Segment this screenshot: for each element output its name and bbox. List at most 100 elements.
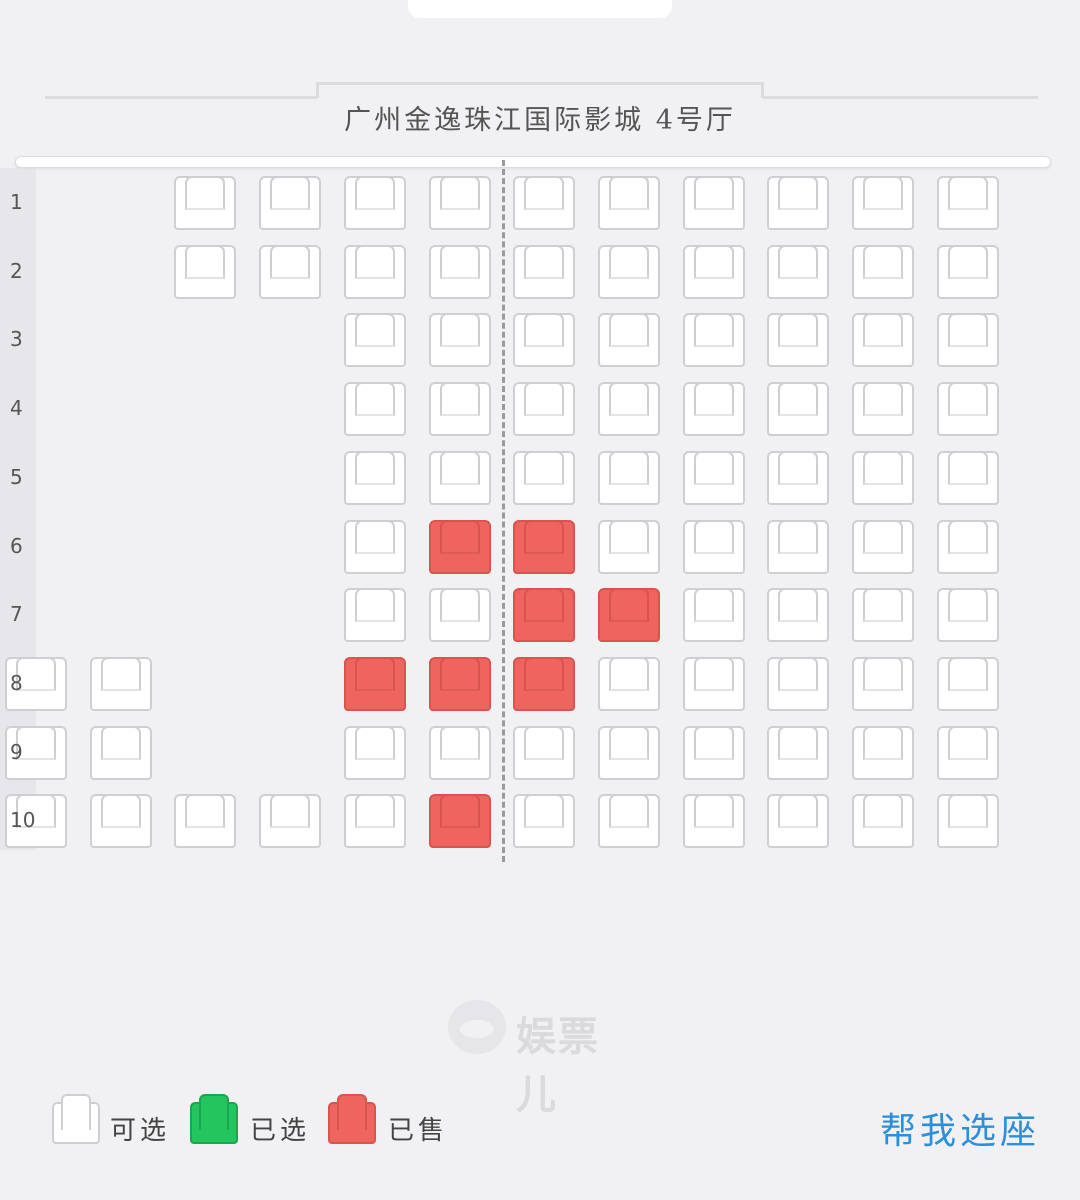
available-seat[interactable] [598,657,660,711]
available-seat[interactable] [174,794,236,848]
available-seat[interactable] [683,245,745,299]
available-seat[interactable] [344,794,406,848]
available-seat[interactable] [683,451,745,505]
available-seat[interactable] [344,245,406,299]
available-seat[interactable] [767,588,829,642]
available-seat[interactable] [683,313,745,367]
available-seat[interactable] [767,382,829,436]
available-seat[interactable] [598,176,660,230]
available-seat[interactable] [852,726,914,780]
available-seat[interactable] [683,520,745,574]
available-seat[interactable] [937,520,999,574]
available-seat[interactable] [937,588,999,642]
available-seat[interactable] [429,176,491,230]
available-seat[interactable] [344,451,406,505]
available-seat[interactable] [598,520,660,574]
sold-seat [429,520,491,574]
available-seat[interactable] [259,794,321,848]
available-seat[interactable] [598,245,660,299]
available-seat[interactable] [429,726,491,780]
available-seat[interactable] [852,176,914,230]
available-seat[interactable] [90,794,152,848]
available-seat[interactable] [513,451,575,505]
screen-frame: 广州金逸珠江国际影城 4号厅 [0,0,1080,170]
available-seat[interactable] [767,794,829,848]
available-seat[interactable] [513,794,575,848]
available-seat[interactable] [344,382,406,436]
available-seat[interactable] [429,245,491,299]
available-seat[interactable] [513,176,575,230]
available-seat[interactable] [852,588,914,642]
available-seat[interactable] [852,245,914,299]
row-label: 6 [10,533,23,558]
available-seat[interactable] [598,382,660,436]
available-seat[interactable] [513,726,575,780]
available-seat[interactable] [598,794,660,848]
sold-seat [513,520,575,574]
available-seat[interactable] [937,451,999,505]
available-seat-icon [52,1094,100,1144]
available-seat[interactable] [767,657,829,711]
available-seat[interactable] [937,657,999,711]
row-label: 4 [10,396,23,421]
available-seat[interactable] [767,726,829,780]
sold-seat [513,588,575,642]
center-aisle-line [502,160,505,862]
available-seat[interactable] [852,382,914,436]
available-seat[interactable] [344,588,406,642]
available-seat[interactable] [937,245,999,299]
available-seat[interactable] [683,588,745,642]
sold-seat [429,794,491,848]
available-seat[interactable] [429,313,491,367]
available-seat[interactable] [767,245,829,299]
available-seat[interactable] [852,313,914,367]
available-seat[interactable] [852,520,914,574]
available-seat[interactable] [259,176,321,230]
watermark: 娱票儿 [448,998,638,1118]
available-seat[interactable] [937,794,999,848]
available-seat[interactable] [767,313,829,367]
available-seat[interactable] [937,176,999,230]
available-seat[interactable] [683,726,745,780]
sold-seat [598,588,660,642]
available-seat[interactable] [852,451,914,505]
available-seat[interactable] [852,794,914,848]
available-seat[interactable] [344,176,406,230]
available-seat[interactable] [344,520,406,574]
available-seat[interactable] [429,451,491,505]
available-seat[interactable] [683,794,745,848]
available-seat[interactable] [259,245,321,299]
available-seat[interactable] [90,657,152,711]
available-seat[interactable] [598,726,660,780]
row-label: 5 [10,464,23,489]
row-label: 10 [10,808,36,833]
available-seat[interactable] [937,726,999,780]
available-seat[interactable] [683,382,745,436]
available-seat[interactable] [937,313,999,367]
available-seat[interactable] [513,245,575,299]
available-seat[interactable] [513,382,575,436]
available-seat[interactable] [767,520,829,574]
available-seat[interactable] [174,245,236,299]
available-seat[interactable] [344,313,406,367]
available-seat[interactable] [683,176,745,230]
legend-sold-label: 已售 [388,1116,449,1146]
available-seat[interactable] [852,657,914,711]
help-choose-seat-button[interactable]: 帮我选座 [880,1102,1040,1154]
available-seat[interactable] [429,382,491,436]
available-seat[interactable] [598,313,660,367]
available-seat[interactable] [767,176,829,230]
available-seat[interactable] [90,726,152,780]
available-seat[interactable] [174,176,236,230]
available-seat[interactable] [683,657,745,711]
available-seat[interactable] [937,382,999,436]
sold-seat [344,657,406,711]
row-label: 3 [10,327,23,352]
available-seat[interactable] [429,588,491,642]
screen-bar [15,156,1051,168]
available-seat[interactable] [598,451,660,505]
available-seat[interactable] [513,313,575,367]
available-seat[interactable] [767,451,829,505]
available-seat[interactable] [344,726,406,780]
row-label: 7 [10,602,23,627]
